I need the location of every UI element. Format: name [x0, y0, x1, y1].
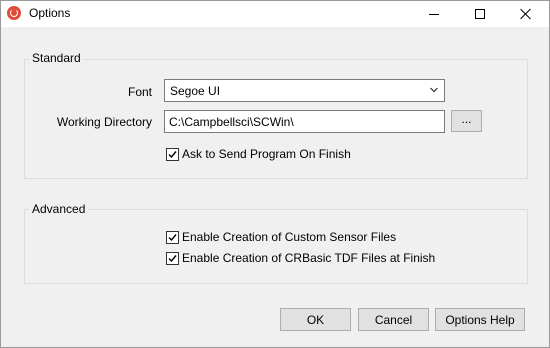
- checkmark-icon: [168, 150, 177, 158]
- custom-sensor-files-checkbox[interactable]: Enable Creation of Custom Sensor Files: [166, 230, 396, 244]
- custom-sensor-files-label: Enable Creation of Custom Sensor Files: [182, 230, 397, 244]
- checkmark-icon: [168, 233, 177, 241]
- minimize-icon: [429, 13, 439, 15]
- working-directory-input[interactable]: [164, 110, 445, 133]
- font-select[interactable]: Segoe UI: [164, 79, 445, 102]
- ok-button[interactable]: OK: [280, 308, 351, 331]
- advanced-group: [24, 209, 528, 284]
- crbasic-tdf-files-checkbox[interactable]: Enable Creation of CRBasic TDF Files at …: [166, 251, 435, 265]
- cancel-button[interactable]: Cancel: [358, 308, 429, 331]
- standard-group-label: Standard: [29, 51, 84, 65]
- crbasic-tdf-files-label: Enable Creation of CRBasic TDF Files at …: [182, 251, 436, 265]
- font-label: Font: [127, 85, 152, 99]
- ask-send-program-label: Ask to Send Program On Finish: [182, 147, 351, 161]
- checkbox-box[interactable]: [166, 230, 179, 244]
- close-icon: [520, 8, 532, 20]
- maximize-icon: [475, 9, 485, 19]
- working-directory-label: Working Directory: [56, 115, 152, 129]
- checkmark-icon: [168, 254, 177, 262]
- options-dialog: Options Standard Font Segoe UI Working D…: [0, 0, 550, 348]
- chevron-down-icon: [430, 87, 438, 93]
- font-select-value: Segoe UI: [170, 84, 221, 98]
- window-title: Options: [29, 6, 71, 20]
- app-icon: [7, 6, 21, 20]
- minimize-button[interactable]: [411, 1, 457, 27]
- title-bar[interactable]: Options: [1, 1, 549, 27]
- ask-send-program-checkbox[interactable]: Ask to Send Program On Finish: [166, 147, 351, 161]
- checkbox-box[interactable]: [166, 147, 179, 161]
- checkbox-box[interactable]: [166, 251, 179, 265]
- close-button[interactable]: [503, 1, 549, 27]
- options-help-button[interactable]: Options Help: [435, 308, 525, 331]
- maximize-button[interactable]: [457, 1, 503, 27]
- browse-button[interactable]: ...: [451, 110, 482, 132]
- advanced-group-label: Advanced: [29, 202, 89, 216]
